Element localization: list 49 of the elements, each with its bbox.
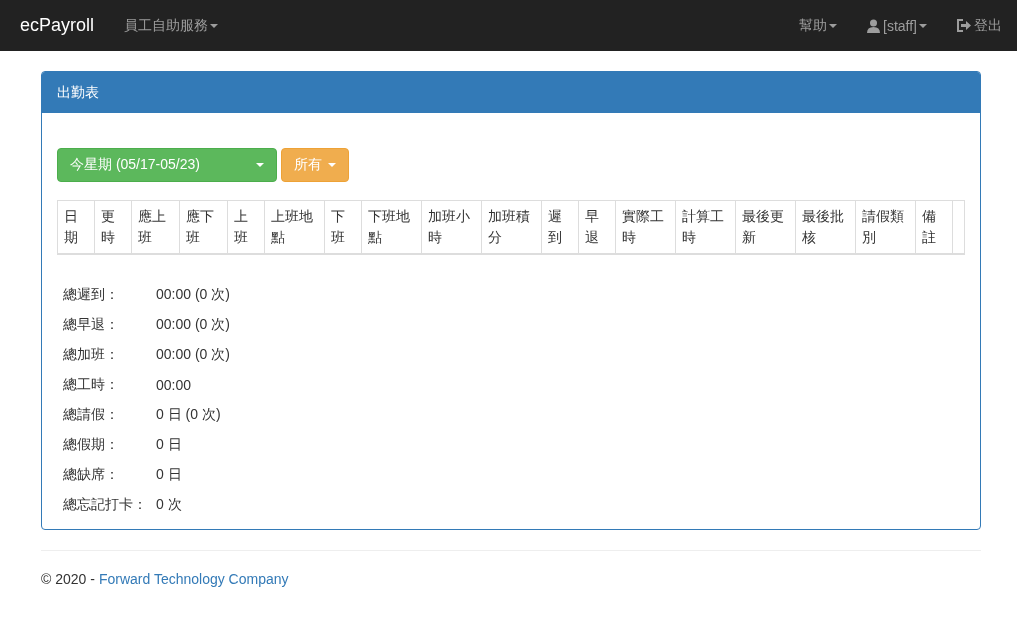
company-link[interactable]: Forward Technology Company bbox=[98, 571, 289, 587]
summary-value: 00:00 (0 次) bbox=[156, 316, 230, 334]
column-header: 最後更新 bbox=[735, 200, 796, 254]
summary-value: 0 日 bbox=[156, 466, 182, 484]
summary-value: 0 日 bbox=[156, 436, 182, 454]
column-header: 更時 bbox=[94, 200, 132, 254]
caret-icon bbox=[919, 23, 927, 28]
panel-title: 出勤表 bbox=[57, 83, 99, 102]
column-header: 計算工時 bbox=[675, 200, 736, 254]
summary-value: 00:00 (0 次) bbox=[156, 346, 230, 364]
column-header: 應上班 bbox=[131, 200, 180, 254]
column-header: 上班地點 bbox=[264, 200, 325, 254]
brand-link[interactable]: ecPayroll bbox=[20, 15, 95, 36]
summary-label: 總缺席： bbox=[63, 466, 120, 484]
column-header: 上班 bbox=[227, 200, 265, 254]
summary-label: 總遲到： bbox=[63, 286, 120, 304]
logout-link[interactable]: 登出 bbox=[957, 16, 1002, 35]
summary-label: 總工時： bbox=[63, 376, 120, 394]
summary-label: 總請假： bbox=[63, 406, 120, 424]
summary-label: 總加班： bbox=[63, 346, 120, 364]
column-header: 加班小時 bbox=[421, 200, 482, 254]
column-header: 請假類別 bbox=[855, 200, 916, 254]
user-icon bbox=[867, 18, 880, 33]
column-header: 下班 bbox=[324, 200, 362, 254]
caret-icon bbox=[829, 23, 837, 28]
summary-label: 總早退： bbox=[63, 316, 120, 334]
summary-value: 00:00 (0 次) bbox=[156, 286, 230, 304]
copyright-text: © 2020 - bbox=[41, 571, 95, 587]
column-header: 早退 bbox=[578, 200, 616, 254]
summary-label: 總忘記打卡： bbox=[63, 496, 148, 514]
column-header: 日期 bbox=[57, 200, 95, 254]
caret-icon bbox=[328, 163, 336, 167]
caret-icon bbox=[256, 163, 264, 167]
column-header: 備註 bbox=[915, 200, 953, 254]
column-header: 遲到 bbox=[541, 200, 579, 254]
logout-icon bbox=[957, 19, 971, 32]
help-menu[interactable]: 幫助 bbox=[799, 16, 837, 35]
column-header: 最後批核 bbox=[795, 200, 856, 254]
self-service-menu[interactable]: 員工自助服務 bbox=[124, 16, 219, 35]
summary-value: 00:00 bbox=[156, 377, 192, 393]
column-header: 加班積分 bbox=[481, 200, 542, 254]
column-header: 應下班 bbox=[179, 200, 228, 254]
caret-icon bbox=[210, 23, 219, 28]
column-header: 下班地點 bbox=[361, 200, 422, 254]
summary-value: 0 日 (0 次) bbox=[156, 406, 221, 424]
column-header: 實際工時 bbox=[615, 200, 676, 254]
summary-label: 總假期： bbox=[63, 436, 120, 454]
summary-value: 0 次 bbox=[156, 496, 182, 514]
user-menu[interactable]: [staff] bbox=[867, 17, 927, 34]
